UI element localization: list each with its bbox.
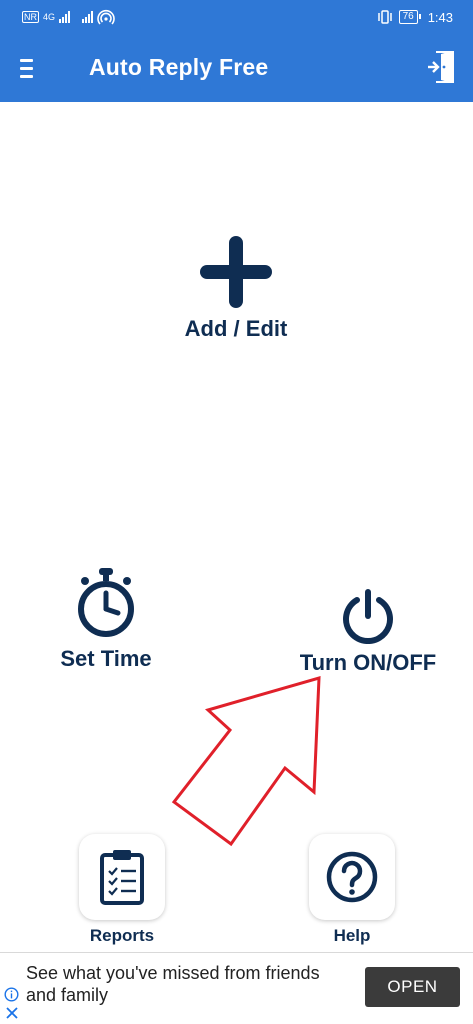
exit-door-icon[interactable] <box>427 48 457 86</box>
question-icon <box>326 851 378 903</box>
network-type: 4G <box>43 12 56 22</box>
status-left: NR 4G <box>22 9 115 25</box>
vibrate-icon <box>377 10 392 24</box>
set-time-button[interactable]: Set Time <box>36 566 176 672</box>
help-label: Help <box>333 926 371 945</box>
hotspot-icon <box>97 9 115 25</box>
plus-icon <box>200 236 272 308</box>
red-arrow-icon <box>171 675 321 847</box>
top-bar: NR 4G 76 1:43 Auto Reply Free <box>0 0 473 102</box>
app-title: Auto Reply Free <box>89 54 269 80</box>
signal-icon <box>82 11 94 23</box>
close-icon[interactable] <box>5 1006 19 1020</box>
carrier-badge: NR <box>22 11 39 23</box>
ad-text[interactable]: See what you've missed from friends and … <box>26 962 346 1006</box>
battery-level: 76 <box>402 11 414 22</box>
help-tile[interactable] <box>309 834 395 920</box>
reports-tile[interactable] <box>79 834 165 920</box>
add-edit-label: Add / Edit <box>184 316 288 341</box>
battery-icon: 76 <box>398 10 421 24</box>
signal-icon <box>59 11 71 23</box>
ad-open-button[interactable]: OPEN <box>365 967 460 1007</box>
status-time: 1:43 <box>427 9 453 25</box>
set-time-label: Set Time <box>60 646 152 671</box>
hamburger-menu-icon[interactable] <box>20 54 44 82</box>
add-edit-button[interactable]: Add / Edit <box>160 234 312 342</box>
info-icon[interactable] <box>4 987 19 1002</box>
power-icon <box>343 589 393 644</box>
reports-button[interactable]: Reports <box>76 834 168 946</box>
clipboard-icon <box>100 850 144 905</box>
help-button[interactable]: Help <box>306 834 398 946</box>
reports-label: Reports <box>89 926 155 945</box>
status-bar: NR 4G 76 1:43 <box>0 0 473 34</box>
status-right: 76 1:43 <box>377 9 453 25</box>
stopwatch-icon <box>78 568 134 637</box>
turn-onoff-button[interactable]: Turn ON/OFF <box>276 588 460 676</box>
app-bar: Auto Reply Free <box>0 34 473 102</box>
